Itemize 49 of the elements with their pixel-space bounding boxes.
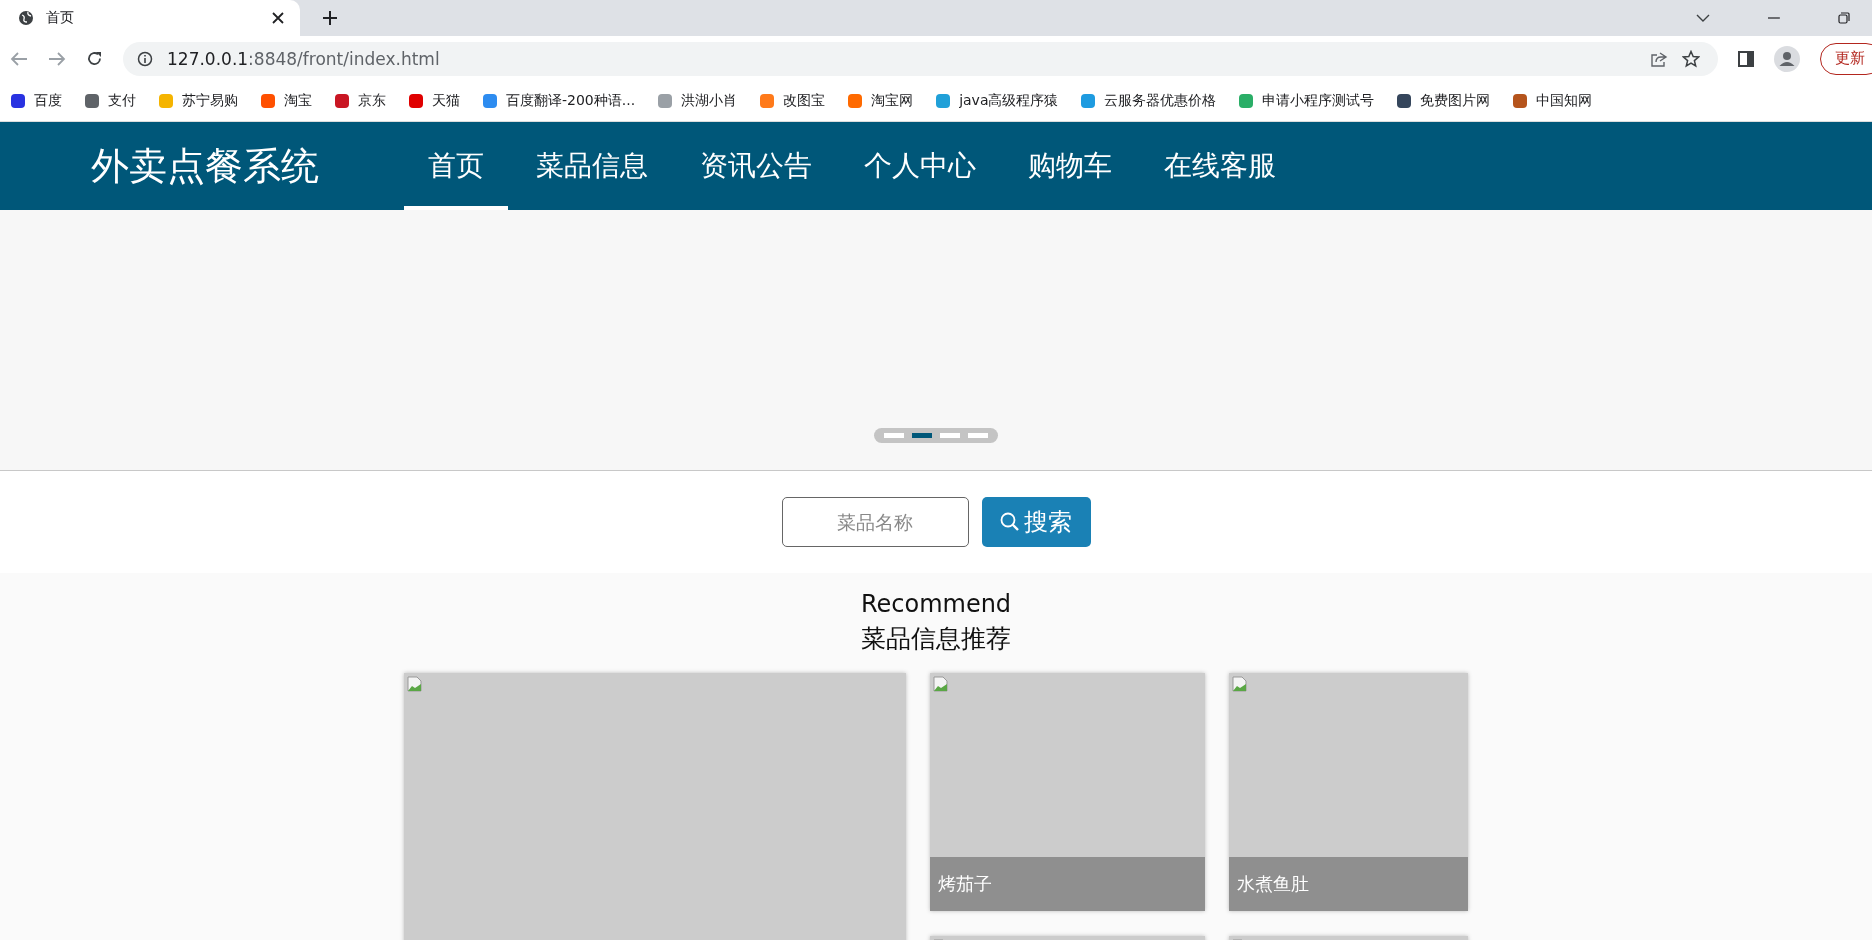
new-tab-icon[interactable] [322, 10, 338, 26]
nav-link[interactable]: 在线客服 [1140, 122, 1300, 210]
update-button[interactable]: 更新 [1820, 42, 1872, 75]
dish-name: 水煮鱼肚 [1229, 857, 1468, 911]
bookmark[interactable]: 苏宁易购 [158, 92, 238, 110]
reload-icon[interactable] [86, 50, 103, 67]
tab-title: 首页 [46, 9, 75, 27]
section-title: 菜品信息推荐 [861, 623, 1011, 655]
nav-link[interactable]: 个人中心 [840, 122, 1000, 210]
bookmark[interactable]: 天猫 [408, 92, 460, 110]
nav-link[interactable]: 购物车 [1004, 122, 1136, 210]
broken-image-icon [1232, 676, 1248, 692]
bookmark[interactable]: 改图宝 [759, 92, 826, 110]
broken-image-icon [933, 676, 949, 692]
forward-arrow-icon[interactable] [48, 50, 66, 67]
bookmark[interactable]: 中国知网 [1512, 92, 1593, 110]
bookmark[interactable]: java高级程序猿 [935, 92, 1059, 110]
address-bar[interactable]: 127.0.0.1:8848/front/index.html [123, 41, 1718, 76]
profile-icon[interactable] [1774, 45, 1800, 72]
bookmark[interactable]: 百度翻译-200种语... [482, 92, 636, 110]
restore-icon[interactable] [1838, 12, 1850, 24]
dish-name: 烤茄子 [930, 857, 1205, 911]
bookmark[interactable]: 支付 [84, 92, 136, 110]
search-button[interactable]: 搜索 [981, 497, 1091, 547]
bookmark[interactable]: 洪湖小肖 [657, 92, 738, 110]
broken-image-icon [407, 676, 423, 692]
back-arrow-icon[interactable] [10, 50, 28, 67]
browser-tab[interactable]: 首页 [0, 0, 300, 36]
share-icon[interactable] [1650, 50, 1668, 67]
search-field[interactable]: 菜品名称 [781, 497, 969, 547]
site-title: 外卖点餐系统 [90, 142, 320, 190]
close-icon[interactable] [272, 12, 284, 24]
section-subtitle: Recommend [860, 589, 1012, 620]
bookmark[interactable]: 淘宝 [260, 92, 312, 110]
search-icon [1000, 512, 1020, 532]
chevron-down-icon[interactable] [1696, 14, 1710, 22]
info-icon [137, 50, 153, 67]
nav-link[interactable]: 菜品信息 [512, 122, 672, 210]
bookmark[interactable]: 百度 [10, 92, 62, 110]
nav-link[interactable]: 资讯公告 [676, 122, 836, 210]
bookmark[interactable]: 免费图片网 [1396, 92, 1491, 110]
side-panel-icon[interactable] [1738, 50, 1754, 67]
globe-icon [18, 10, 34, 26]
star-icon[interactable] [1682, 49, 1700, 68]
bookmark[interactable]: 申请小程序测试号 [1238, 92, 1375, 110]
bookmark[interactable]: 淘宝网 [847, 92, 914, 110]
minimize-icon[interactable] [1768, 17, 1780, 19]
bookmark[interactable]: 京东 [334, 92, 386, 110]
bookmark[interactable]: 云服务器优惠价格 [1080, 92, 1217, 110]
